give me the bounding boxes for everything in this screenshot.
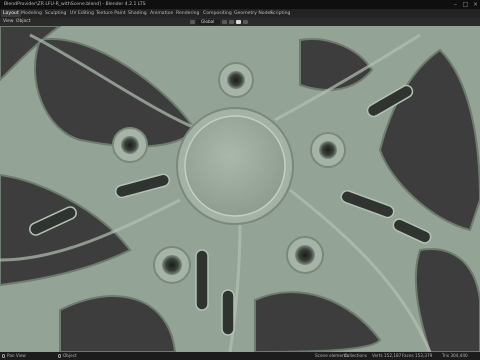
menu-object[interactable]: Object xyxy=(16,18,30,26)
tab-compositing[interactable]: Compositing xyxy=(201,10,234,17)
tab-sculpting[interactable]: Sculpting xyxy=(43,10,68,17)
transform-orientation-dropdown[interactable]: Global xyxy=(196,19,220,25)
stat-verts: Verts 152,187 xyxy=(372,353,402,358)
wheel-render xyxy=(0,26,480,352)
falloff-icon[interactable] xyxy=(243,20,248,24)
menu-view[interactable]: View xyxy=(3,18,13,26)
minimize-icon[interactable]: – xyxy=(452,1,459,8)
tab-modeling[interactable]: Modeling xyxy=(19,10,44,17)
tab-shading[interactable]: Shading xyxy=(126,10,149,17)
stat-tris: Tris 304,440 xyxy=(442,353,468,358)
snap-icon[interactable] xyxy=(222,20,227,24)
hub-cap xyxy=(184,115,286,217)
snap-target-icon[interactable] xyxy=(229,20,234,24)
window-title: BlendProvider\ZR LFU-R_withScene.blend] … xyxy=(4,2,146,7)
3d-viewport[interactable] xyxy=(0,26,480,352)
pivot-icon[interactable] xyxy=(190,20,195,24)
stat-collections: Collections xyxy=(344,353,367,358)
tab-scripting[interactable]: Scripting xyxy=(268,10,292,17)
close-icon[interactable]: × xyxy=(472,1,479,8)
status-hint-object: Object xyxy=(63,353,77,358)
tab-rendering[interactable]: Rendering xyxy=(174,10,201,17)
mouse-right-icon xyxy=(58,354,61,358)
tab-texture-paint[interactable]: Texture Paint xyxy=(94,10,128,17)
proportional-editing-icon[interactable] xyxy=(236,20,241,24)
tab-animation[interactable]: Animation xyxy=(148,10,175,17)
mouse-middle-icon xyxy=(2,354,5,358)
tab-layout[interactable]: Layout xyxy=(1,10,21,17)
title-bar: BlendProvider\ZR LFU-R_withScene.blend] … xyxy=(0,0,480,9)
stat-faces: Faces 153,379 xyxy=(402,353,433,358)
workspace-tabs: Layout Modeling Sculpting UV Editing Tex… xyxy=(0,9,480,26)
orientation-label: Global xyxy=(201,19,215,24)
maximize-icon[interactable]: □ xyxy=(462,1,469,8)
tab-uv-editing[interactable]: UV Editing xyxy=(68,10,96,17)
status-bar: Pan View Object Scene elements Collectio… xyxy=(0,352,480,360)
status-hint-pan: Pan View xyxy=(7,353,26,358)
